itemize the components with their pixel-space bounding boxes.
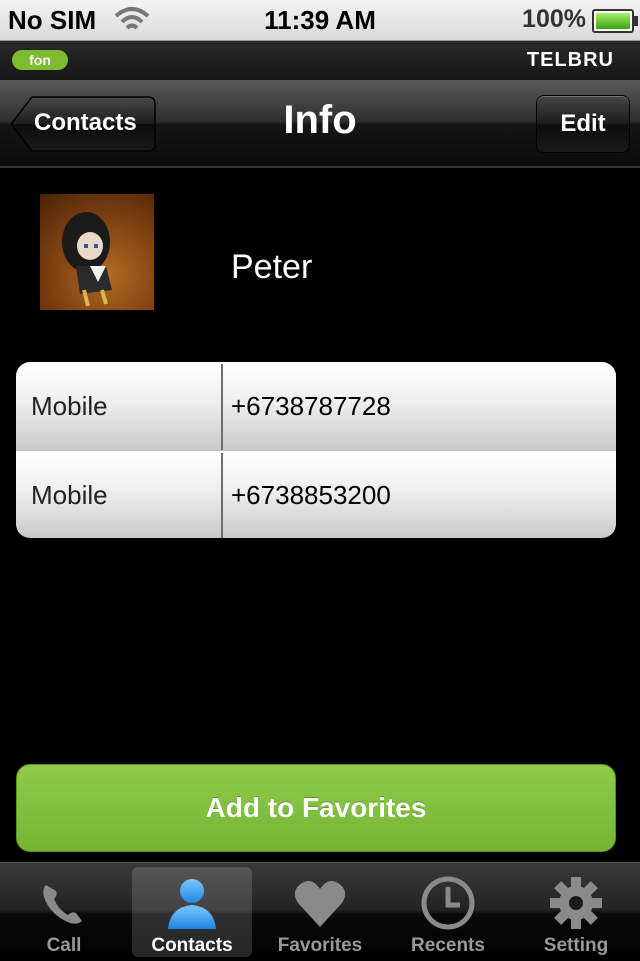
tab-label: Setting [543,935,609,956]
row-divider [221,364,223,450]
phone-number: +6738787728 [231,391,391,421]
row-divider [221,453,223,538]
clock-icon [421,876,475,930]
tab-label: Call [46,935,82,956]
tab-bar: Call Contacts Favorites Recents Setting [0,862,640,961]
status-bar: No SIM 11:39 AM 100% [0,0,640,41]
tab-recents[interactable]: Recents [388,867,508,957]
heart-icon [294,881,346,927]
gear-icon [550,877,602,929]
contact-name: Peter [231,248,313,286]
tab-contacts[interactable]: Contacts [132,867,252,957]
brand-bar: fon TELBRU [0,41,640,81]
tab-favorites[interactable]: Favorites [260,867,380,957]
phone-label: Mobile [31,391,108,421]
phone-row[interactable]: Mobile +6738853200 [16,450,616,538]
tab-label: Recents [411,935,485,956]
fon-logo: fon [12,50,68,70]
phone-icon [43,885,82,924]
tab-setting[interactable]: Setting [516,867,636,957]
person-icon [168,879,216,929]
contact-avatar[interactable] [40,194,154,310]
tab-label: Contacts [151,935,233,956]
phone-number-list: Mobile +6738787728 Mobile +6738853200 [16,362,616,538]
phone-label: Mobile [31,480,108,510]
add-to-favorites-button[interactable]: Add to Favorites [16,764,616,852]
edit-button[interactable]: Edit [536,95,630,153]
battery-percent: 100% [522,5,586,33]
tab-label: Favorites [277,935,363,956]
phone-number: +6738853200 [231,480,391,510]
operator-name: TELBRU [526,49,614,71]
nav-bar: Contacts Info Edit [0,80,640,168]
tab-call[interactable]: Call [4,867,124,957]
battery-icon [592,9,638,33]
phone-row[interactable]: Mobile +6738787728 [16,362,616,450]
